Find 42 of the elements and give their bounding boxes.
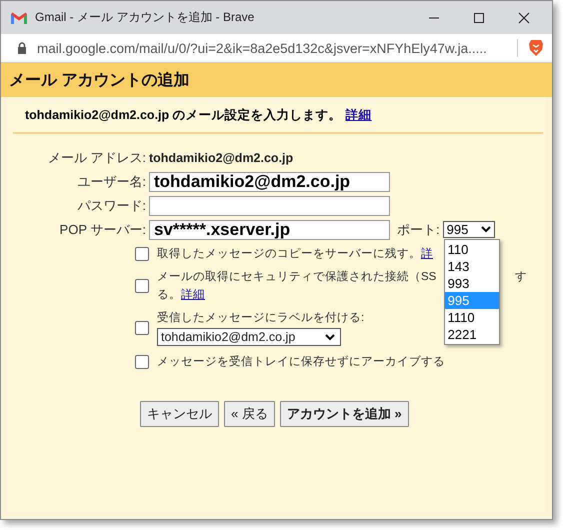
window-title: Gmail - メール アカウントを追加 - Brave — [35, 9, 256, 26]
option-label: す — [515, 270, 527, 284]
label-select[interactable]: tohdamikio2@dm2.co.jp — [157, 328, 341, 346]
dialog-button[interactable]: « 戻る — [224, 401, 275, 427]
maximize-icon[interactable] — [473, 12, 485, 24]
lock-icon — [17, 42, 27, 54]
option-label: 取得したメッセージのコピーをサーバーに残す。 — [157, 246, 421, 261]
gmail-icon — [11, 12, 27, 24]
field-label: POP サーバー: — [58, 221, 147, 239]
checkbox[interactable] — [135, 246, 149, 260]
checkbox[interactable] — [135, 354, 149, 368]
checkbox[interactable] — [135, 278, 149, 292]
dialog-button[interactable]: キャンセル — [140, 401, 219, 427]
option-label: メッセージを受信トレイに保存せずにアーカイブする — [157, 354, 445, 369]
close-icon[interactable] — [518, 12, 530, 24]
chevron-icon — [480, 226, 491, 233]
port-label: ポート: — [397, 221, 440, 239]
option-label: る。 — [157, 288, 181, 302]
port-option[interactable]: 110 — [444, 241, 499, 258]
dialog-button[interactable]: アカウントを追加 » — [280, 401, 409, 427]
checkbox[interactable] — [135, 321, 149, 335]
intro-text: tohdamikio2@dm2.co.jp のメール設定を入力します。 — [25, 107, 342, 124]
text-field[interactable]: tohdamikio2@dm2.co.jp — [149, 172, 390, 192]
lion-icon[interactable] — [528, 39, 544, 57]
details-link[interactable]: 詳細 — [346, 107, 372, 124]
chevron-icon — [325, 334, 335, 340]
port-option[interactable]: 2221 — [444, 326, 499, 343]
text-field[interactable] — [149, 196, 390, 216]
field-label: ユーザー名: — [76, 173, 147, 191]
option-label: 受信したメッセージにラベルを付ける: — [157, 310, 364, 325]
details-link[interactable]: 詳細 — [181, 287, 205, 302]
option-label: メールの取得にセキュリティで保護された接続（SS — [157, 270, 436, 284]
port-option[interactable]: 1110 — [444, 309, 499, 326]
field-label: パスワード: — [76, 197, 147, 215]
port-select[interactable]: 995 — [442, 221, 495, 238]
dialog-title: メール アカウントの追加 — [9, 70, 190, 90]
port-option[interactable]: 993 — [444, 275, 499, 292]
server-field[interactable]: sv*****.xserver.jp — [149, 220, 390, 240]
details-link[interactable]: 詳 — [421, 246, 433, 261]
email-value: tohdamikio2@dm2.co.jp — [149, 151, 294, 165]
port-option[interactable]: 143 — [444, 258, 499, 275]
field-label: メール アドレス: — [46, 149, 147, 167]
